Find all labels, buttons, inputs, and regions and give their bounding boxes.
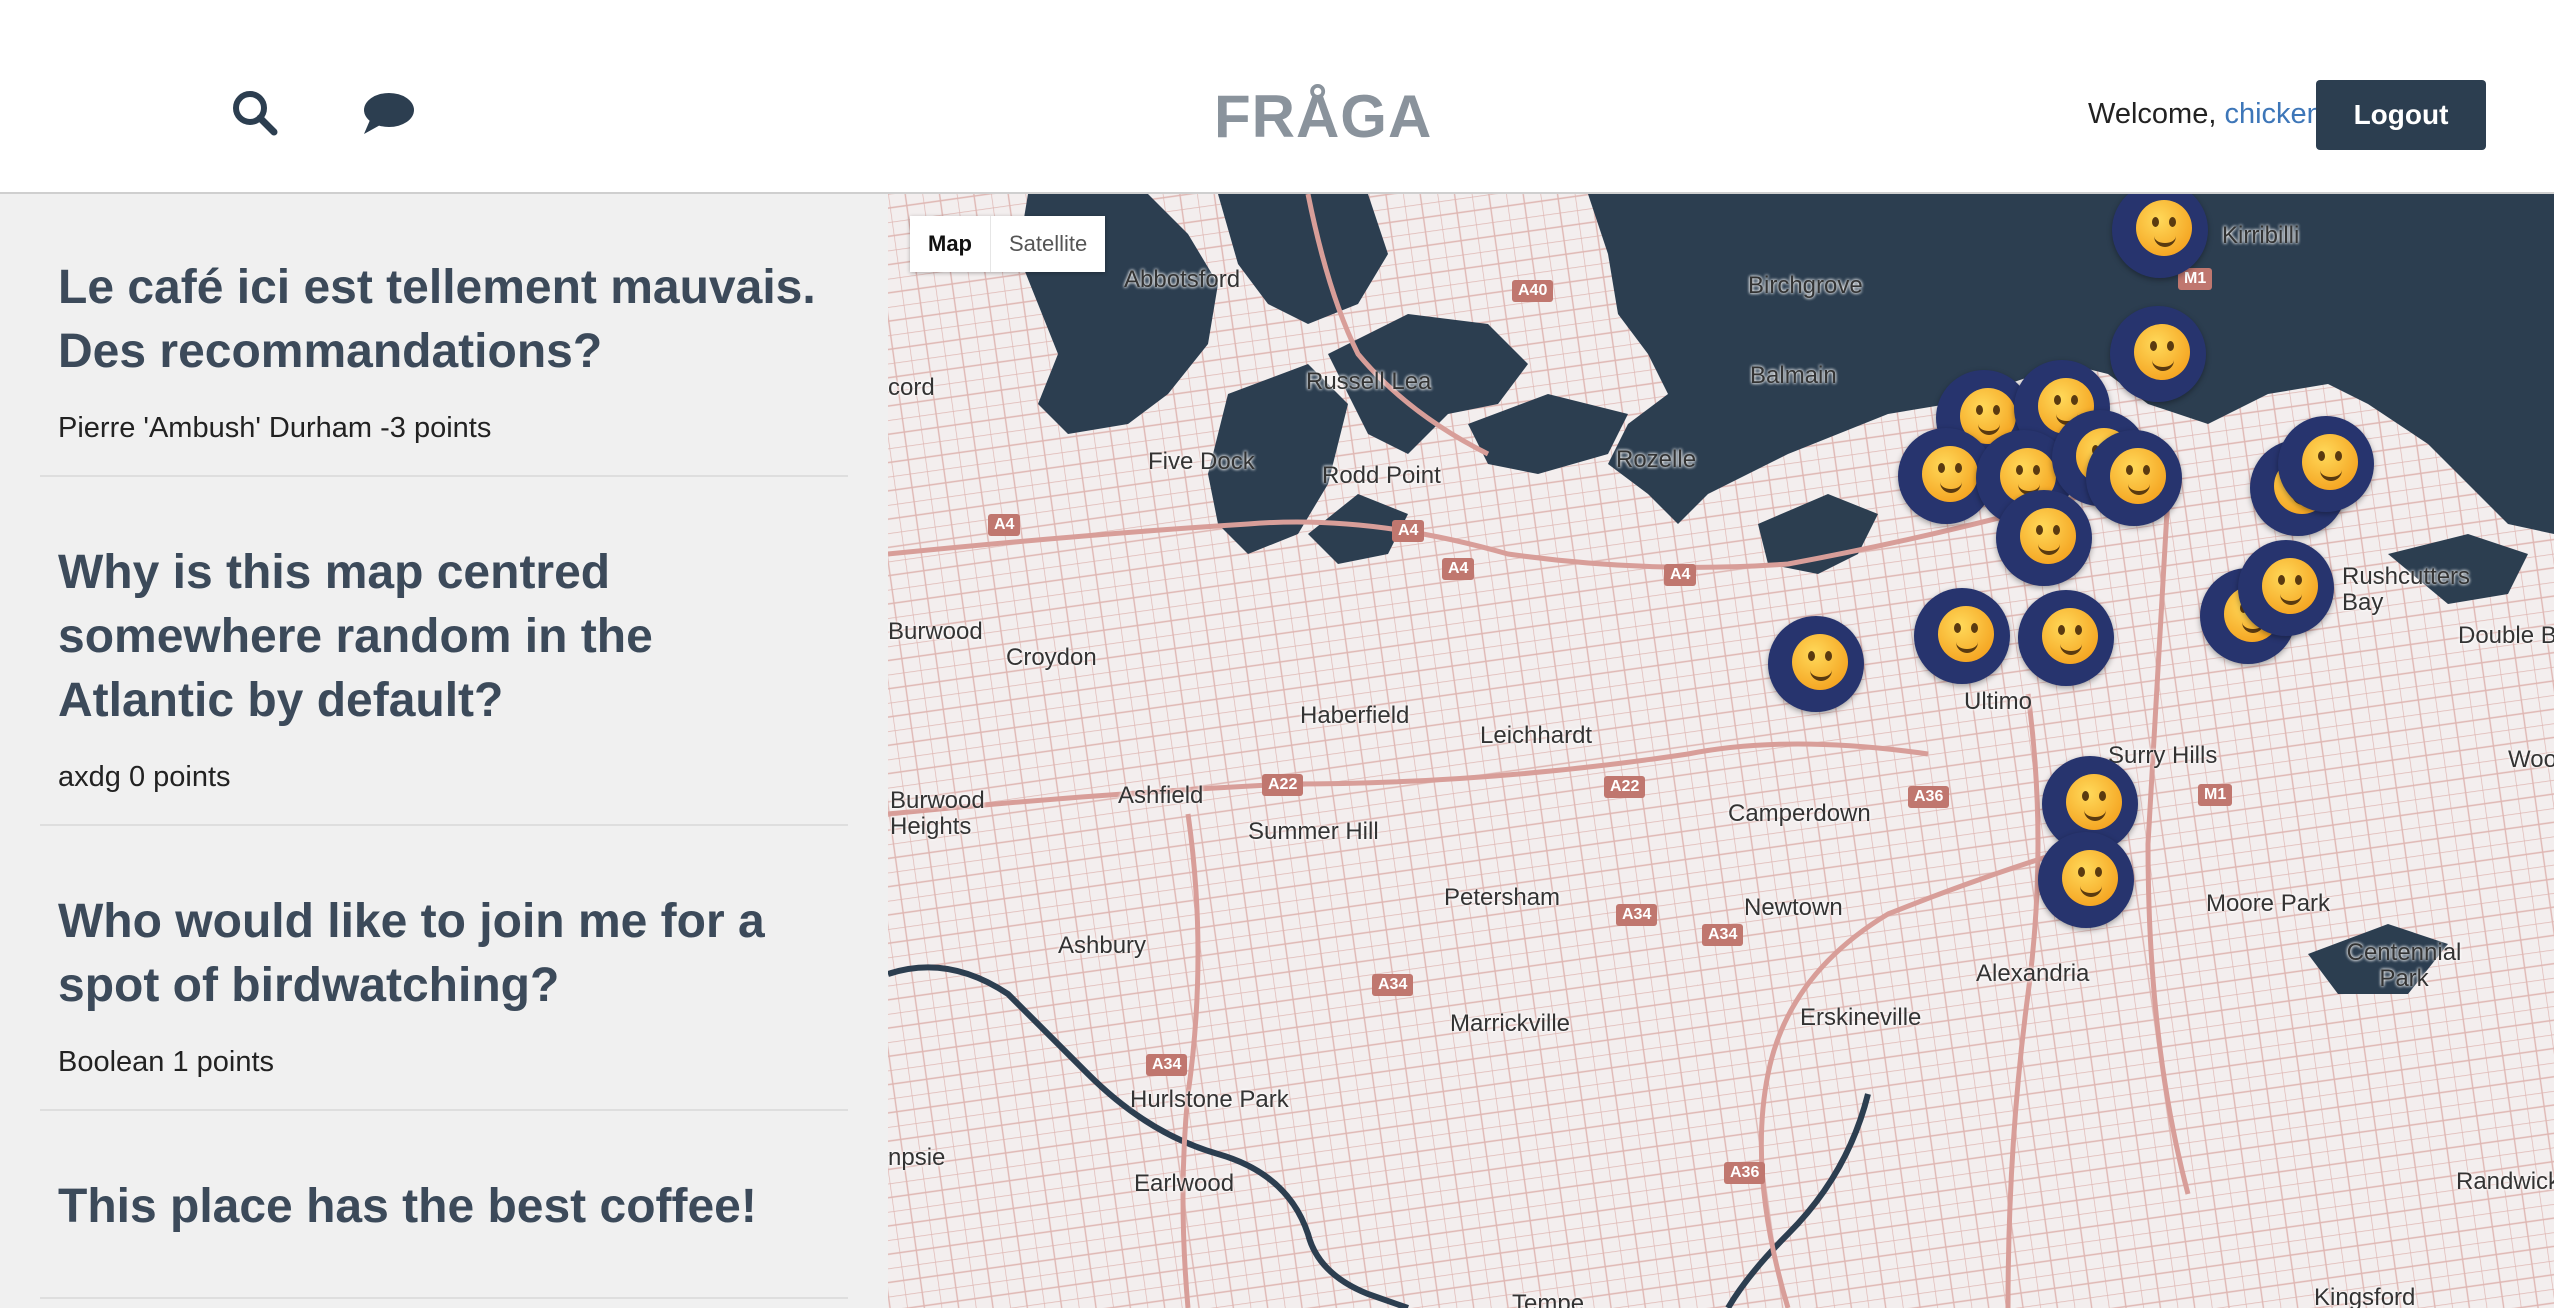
- map-place-label: npsie: [888, 1144, 946, 1171]
- road-shield: A22: [1604, 776, 1646, 798]
- road-shield: A40: [1512, 280, 1554, 302]
- map-place-label: Rodd Point: [1322, 462, 1441, 489]
- post-item[interactable]: This place has the best coffee!: [40, 1111, 848, 1299]
- map-place-label: Petersham: [1444, 884, 1561, 911]
- emoji-face-icon: [2062, 850, 2118, 906]
- emoji-face-icon: [2020, 508, 2076, 564]
- map-place-label: Woollahra: [2508, 746, 2554, 773]
- welcome-text: Welcome, chicken: [2088, 98, 2323, 131]
- map-view[interactable]: Map Satellite Abbotsford Birchgrove Balm…: [888, 194, 2554, 1308]
- brand-title[interactable]: FRÅGA: [1214, 82, 1432, 151]
- logout-button[interactable]: Logout: [2316, 80, 2486, 150]
- map-place-label: Croydon: [1006, 644, 1097, 671]
- post-item[interactable]: Why is this map centred somewhere random…: [40, 477, 848, 826]
- post-item[interactable]: Le café ici est tellement mauvais. Des r…: [40, 194, 848, 477]
- map-place-label: Earlwood: [1134, 1170, 1235, 1197]
- map-place-label: Ashfield: [1118, 782, 1204, 809]
- emoji-marker[interactable]: [2110, 306, 2206, 402]
- map-place-label: Russell Lea: [1306, 368, 1432, 395]
- map-place-label: Surry Hills: [2108, 742, 2218, 769]
- road-shield: M1: [2198, 784, 2233, 806]
- map-place-label: Burwood: [888, 618, 983, 645]
- map-place-label: Double Bay: [2458, 622, 2554, 649]
- emoji-marker[interactable]: [2278, 416, 2374, 512]
- map-type-map-button[interactable]: Map: [910, 216, 990, 272]
- map-place-label: Balmain: [1750, 362, 1837, 389]
- post-title[interactable]: Why is this map centred somewhere random…: [58, 541, 830, 733]
- map-place-label: Kingsford: [2314, 1284, 2416, 1308]
- emoji-face-icon: [1938, 606, 1994, 662]
- road-shield: A34: [1372, 974, 1414, 996]
- emoji-marker[interactable]: [2238, 540, 2334, 636]
- emoji-marker[interactable]: [1996, 490, 2092, 586]
- emoji-face-icon: [1792, 634, 1848, 690]
- map-place-label: Alexandria: [1976, 960, 2090, 987]
- post-meta: Boolean 1 points: [58, 1046, 275, 1078]
- road-shield: A34: [1702, 924, 1744, 946]
- road-shield: A34: [1146, 1054, 1188, 1076]
- emoji-face-icon: [2042, 608, 2098, 664]
- road-shield: A36: [1908, 786, 1950, 808]
- road-shield: A34: [1616, 904, 1658, 926]
- top-navbar: FRÅGA Welcome, chicken Logout: [0, 0, 2554, 194]
- map-place-label: Hurlstone Park: [1130, 1086, 1289, 1113]
- map-type-satellite-button[interactable]: Satellite: [990, 216, 1105, 272]
- emoji-marker[interactable]: [1768, 616, 1864, 712]
- map-place-label: Randwick: [2456, 1168, 2554, 1195]
- chat-icon[interactable]: [360, 86, 418, 140]
- map-place-label: Rushcutters Bay: [2342, 563, 2471, 616]
- map-place-label: Erskineville: [1800, 1004, 1922, 1031]
- map-place-label: Marrickville: [1450, 1010, 1570, 1037]
- emoji-marker[interactable]: [1914, 588, 2010, 684]
- map-place-label: Camperdown: [1728, 800, 1871, 827]
- map-place-label: Haberfield: [1300, 702, 1410, 729]
- map-place-label: Tempe: [1512, 1290, 1585, 1308]
- post-meta: Pierre 'Ambush' Durham -3 points: [58, 412, 492, 444]
- emoji-marker[interactable]: [2018, 590, 2114, 686]
- map-place-label: Ashbury: [1058, 932, 1147, 959]
- emoji-face-icon: [1922, 446, 1978, 502]
- welcome-prefix: Welcome,: [2088, 98, 2225, 130]
- emoji-face-icon: [2110, 448, 2166, 504]
- map-place-label: Centennial Park: [2346, 939, 2462, 992]
- road-shield: A4: [988, 514, 1021, 536]
- map-place-label: Burwood Heights: [890, 787, 985, 840]
- post-list: Le café ici est tellement mauvais. Des r…: [0, 194, 888, 1308]
- road-shield: A4: [1392, 520, 1425, 542]
- post-item[interactable]: Who would like to join me for a spot of …: [40, 826, 848, 1111]
- map-place-label: Moore Park: [2206, 890, 2331, 917]
- post-title[interactable]: Le café ici est tellement mauvais. Des r…: [58, 256, 830, 384]
- post-title[interactable]: This place has the best coffee!: [58, 1175, 830, 1239]
- map-type-control: Map Satellite: [910, 216, 1106, 272]
- map-place-label: Leichhardt: [1480, 722, 1593, 749]
- post-meta: axdg 0 points: [58, 761, 231, 793]
- map-place-label: Rozelle: [1616, 446, 1697, 473]
- road-shield: A4: [1664, 564, 1697, 586]
- emoji-face-icon: [2302, 434, 2358, 490]
- map-place-label: Newtown: [1744, 894, 1843, 921]
- map-place-label: Kirribilli: [2222, 222, 2300, 249]
- emoji-face-icon: [2136, 200, 2192, 256]
- emoji-marker[interactable]: [2038, 832, 2134, 928]
- post-title[interactable]: Who would like to join me for a spot of …: [58, 890, 830, 1018]
- emoji-face-icon: [2134, 324, 2190, 380]
- map-place-label: cord: [888, 374, 935, 401]
- map-place-label: Abbotsford: [1124, 266, 1241, 293]
- road-shield: A36: [1724, 1162, 1766, 1184]
- emoji-face-icon: [2066, 774, 2122, 830]
- road-shield: A22: [1262, 774, 1304, 796]
- emoji-marker[interactable]: [2086, 430, 2182, 526]
- map-place-label: Birchgrove: [1748, 272, 1863, 299]
- map-place-label: Summer Hill: [1248, 818, 1379, 845]
- map-place-label: Five Dock: [1148, 448, 1255, 475]
- search-icon[interactable]: [228, 86, 282, 140]
- road-shield: A4: [1442, 558, 1475, 580]
- map-place-label: Ultimo: [1964, 688, 2033, 715]
- emoji-face-icon: [2262, 558, 2318, 614]
- username-link[interactable]: chicken: [2224, 98, 2322, 130]
- map-canvas[interactable]: [888, 194, 2554, 1308]
